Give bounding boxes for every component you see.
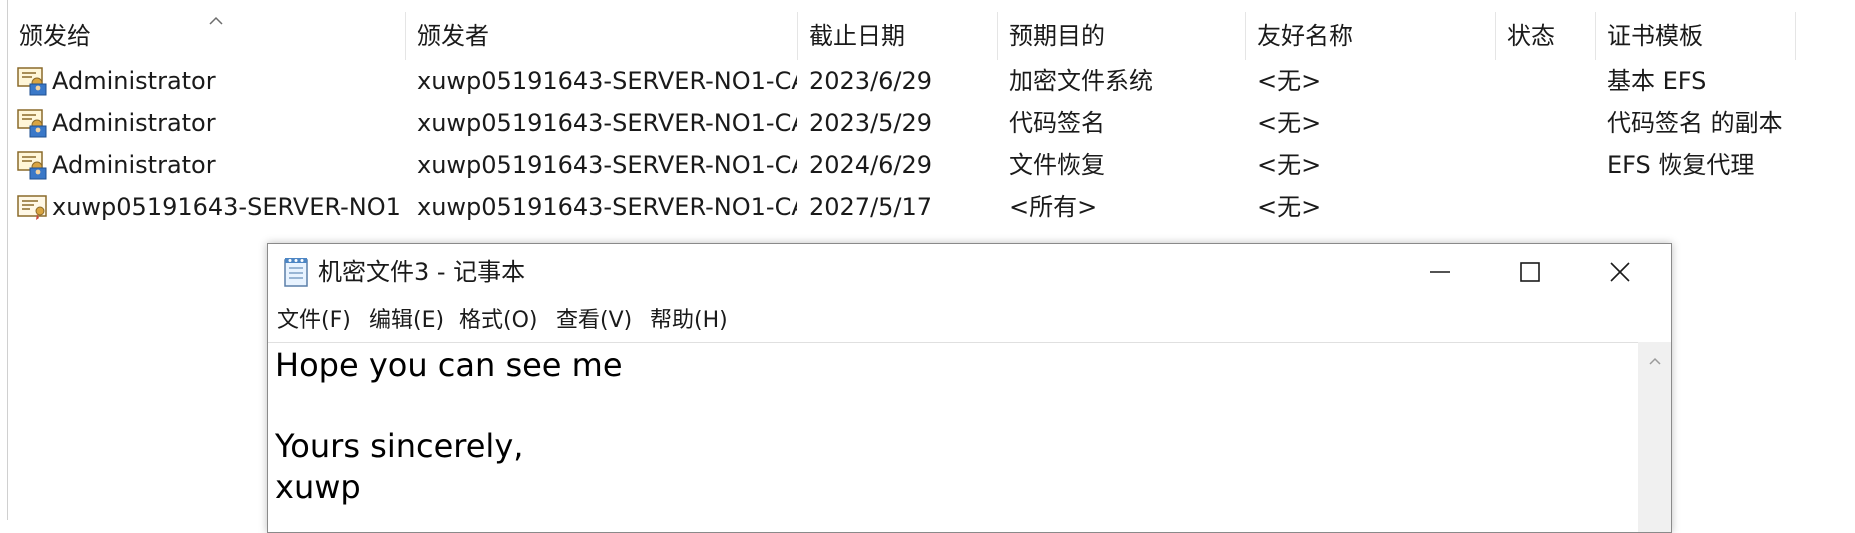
cell-issued-by: xuwp05191643-SERVER-NO1-CA [417,151,797,179]
menu-bar: 文件(F) 编辑(E) 格式(O) 查看(V) 帮助(H) [268,300,1671,342]
cell-purpose: 代码签名 [1009,109,1105,137]
close-icon [1610,262,1630,282]
cell-friendly-name: <无> [1257,67,1322,95]
vertical-scrollbar[interactable] [1638,342,1671,532]
cell-expiration: 2023/6/29 [809,67,933,95]
close-button[interactable] [1575,244,1665,300]
text-line: xuwp [275,468,361,506]
table-row[interactable]: Administrator xuwp05191643-SERVER-NO1-CA… [8,60,1855,102]
certificate-icon [17,195,47,220]
certificate-user-icon [17,67,47,96]
cell-issued-by: xuwp05191643-SERVER-NO1-CA [417,193,797,221]
maximize-icon [1520,262,1540,282]
column-header-purpose[interactable]: 预期目的 [998,12,1246,60]
text-line: Yours sincerely, [275,427,524,465]
cell-issued-by: xuwp05191643-SERVER-NO1-CA [417,67,797,95]
cell-friendly-name: <无> [1257,193,1322,221]
minimize-icon [1430,271,1450,273]
menu-edit[interactable]: 编辑(E) [369,300,444,342]
cell-issued-to: Administrator [52,109,216,137]
cell-purpose: <所有> [1009,193,1098,221]
title-bar[interactable]: 机密文件3 - 记事本 [268,244,1671,300]
cell-expiration: 2024/6/29 [809,151,933,179]
cell-issued-to: Administrator [52,151,216,179]
cell-template: EFS 恢复代理 [1607,151,1755,179]
certificate-user-icon [17,109,47,138]
column-header-expiration[interactable]: 截止日期 [798,12,998,60]
cell-issued-to: xuwp05191643-SERVER-NO1... [52,193,402,221]
cell-friendly-name: <无> [1257,151,1322,179]
minimize-button[interactable] [1395,244,1485,300]
menu-help[interactable]: 帮助(H) [650,300,728,342]
column-header-issued-by[interactable]: 颁发者 [406,12,798,60]
menu-format[interactable]: 格式(O) [459,300,537,342]
column-header-row: 颁发给 颁发者 截止日期 预期目的 友好名称 状态 证书模板 [8,12,1855,60]
column-header-template[interactable]: 证书模板 [1596,12,1796,60]
notepad-icon [284,258,308,287]
column-header-status[interactable]: 状态 [1496,12,1596,60]
cell-purpose: 文件恢复 [1009,151,1105,179]
cell-template: 基本 EFS [1607,67,1707,95]
maximize-button[interactable] [1485,244,1575,300]
table-row[interactable]: xuwp05191643-SERVER-NO1... xuwp05191643-… [8,186,1855,228]
certificate-user-icon [17,151,47,180]
cell-friendly-name: <无> [1257,109,1322,137]
column-header-issued-to[interactable]: 颁发给 [8,12,406,60]
cell-issued-by: xuwp05191643-SERVER-NO1-CA [417,109,797,137]
text-editor-area[interactable]: Hope you can see me Yours sincerely, xuw… [268,342,1638,532]
menu-file[interactable]: 文件(F) [277,300,351,342]
window-title: 机密文件3 - 记事本 [318,258,526,286]
menu-view[interactable]: 查看(V) [556,300,632,342]
cell-template: 代码签名 的副本 [1607,109,1783,137]
scroll-up-icon[interactable] [1648,356,1662,366]
column-header-friendly-name[interactable]: 友好名称 [1246,12,1496,60]
cell-expiration: 2027/5/17 [809,193,933,221]
notepad-window[interactable]: 机密文件3 - 记事本 文件(F) 编辑(E) 格式(O) 查看(V) 帮助(H… [267,243,1672,533]
text-line: Hope you can see me [275,346,623,384]
table-row[interactable]: Administrator xuwp05191643-SERVER-NO1-CA… [8,144,1855,186]
table-row[interactable]: Administrator xuwp05191643-SERVER-NO1-CA… [8,102,1855,144]
cell-issued-to: Administrator [52,67,216,95]
cell-template [1607,186,1855,228]
cell-purpose: 加密文件系统 [1009,67,1153,95]
cell-expiration: 2023/5/29 [809,109,933,137]
